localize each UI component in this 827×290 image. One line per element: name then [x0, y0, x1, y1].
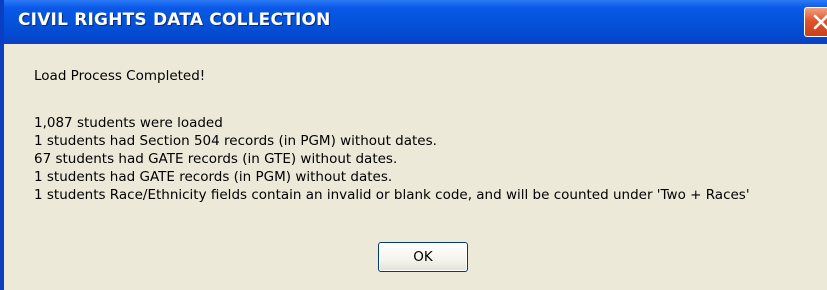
dialog-window: CIVIL RIGHTS DATA COLLECTION Load Proces… — [0, 0, 827, 290]
message-line: 1 students had GATE records (in PGM) wit… — [34, 169, 393, 185]
message-line: 1 students had Section 504 records (in P… — [34, 133, 437, 149]
dialog-body: Load Process Completed! 1,087 students w… — [4, 44, 827, 290]
message-line: 1 students Race/Ethnicity fields contain… — [34, 187, 750, 203]
close-button[interactable] — [804, 7, 827, 37]
message-line: 1,087 students were loaded — [34, 115, 223, 131]
dialog-title: CIVIL RIGHTS DATA COLLECTION — [18, 10, 331, 30]
message-heading: Load Process Completed! — [34, 68, 206, 84]
close-icon — [813, 14, 827, 30]
message-line: 67 students had GATE records (in GTE) wi… — [34, 151, 398, 167]
title-bar[interactable]: CIVIL RIGHTS DATA COLLECTION — [4, 0, 827, 44]
ok-button[interactable]: OK — [378, 242, 468, 272]
